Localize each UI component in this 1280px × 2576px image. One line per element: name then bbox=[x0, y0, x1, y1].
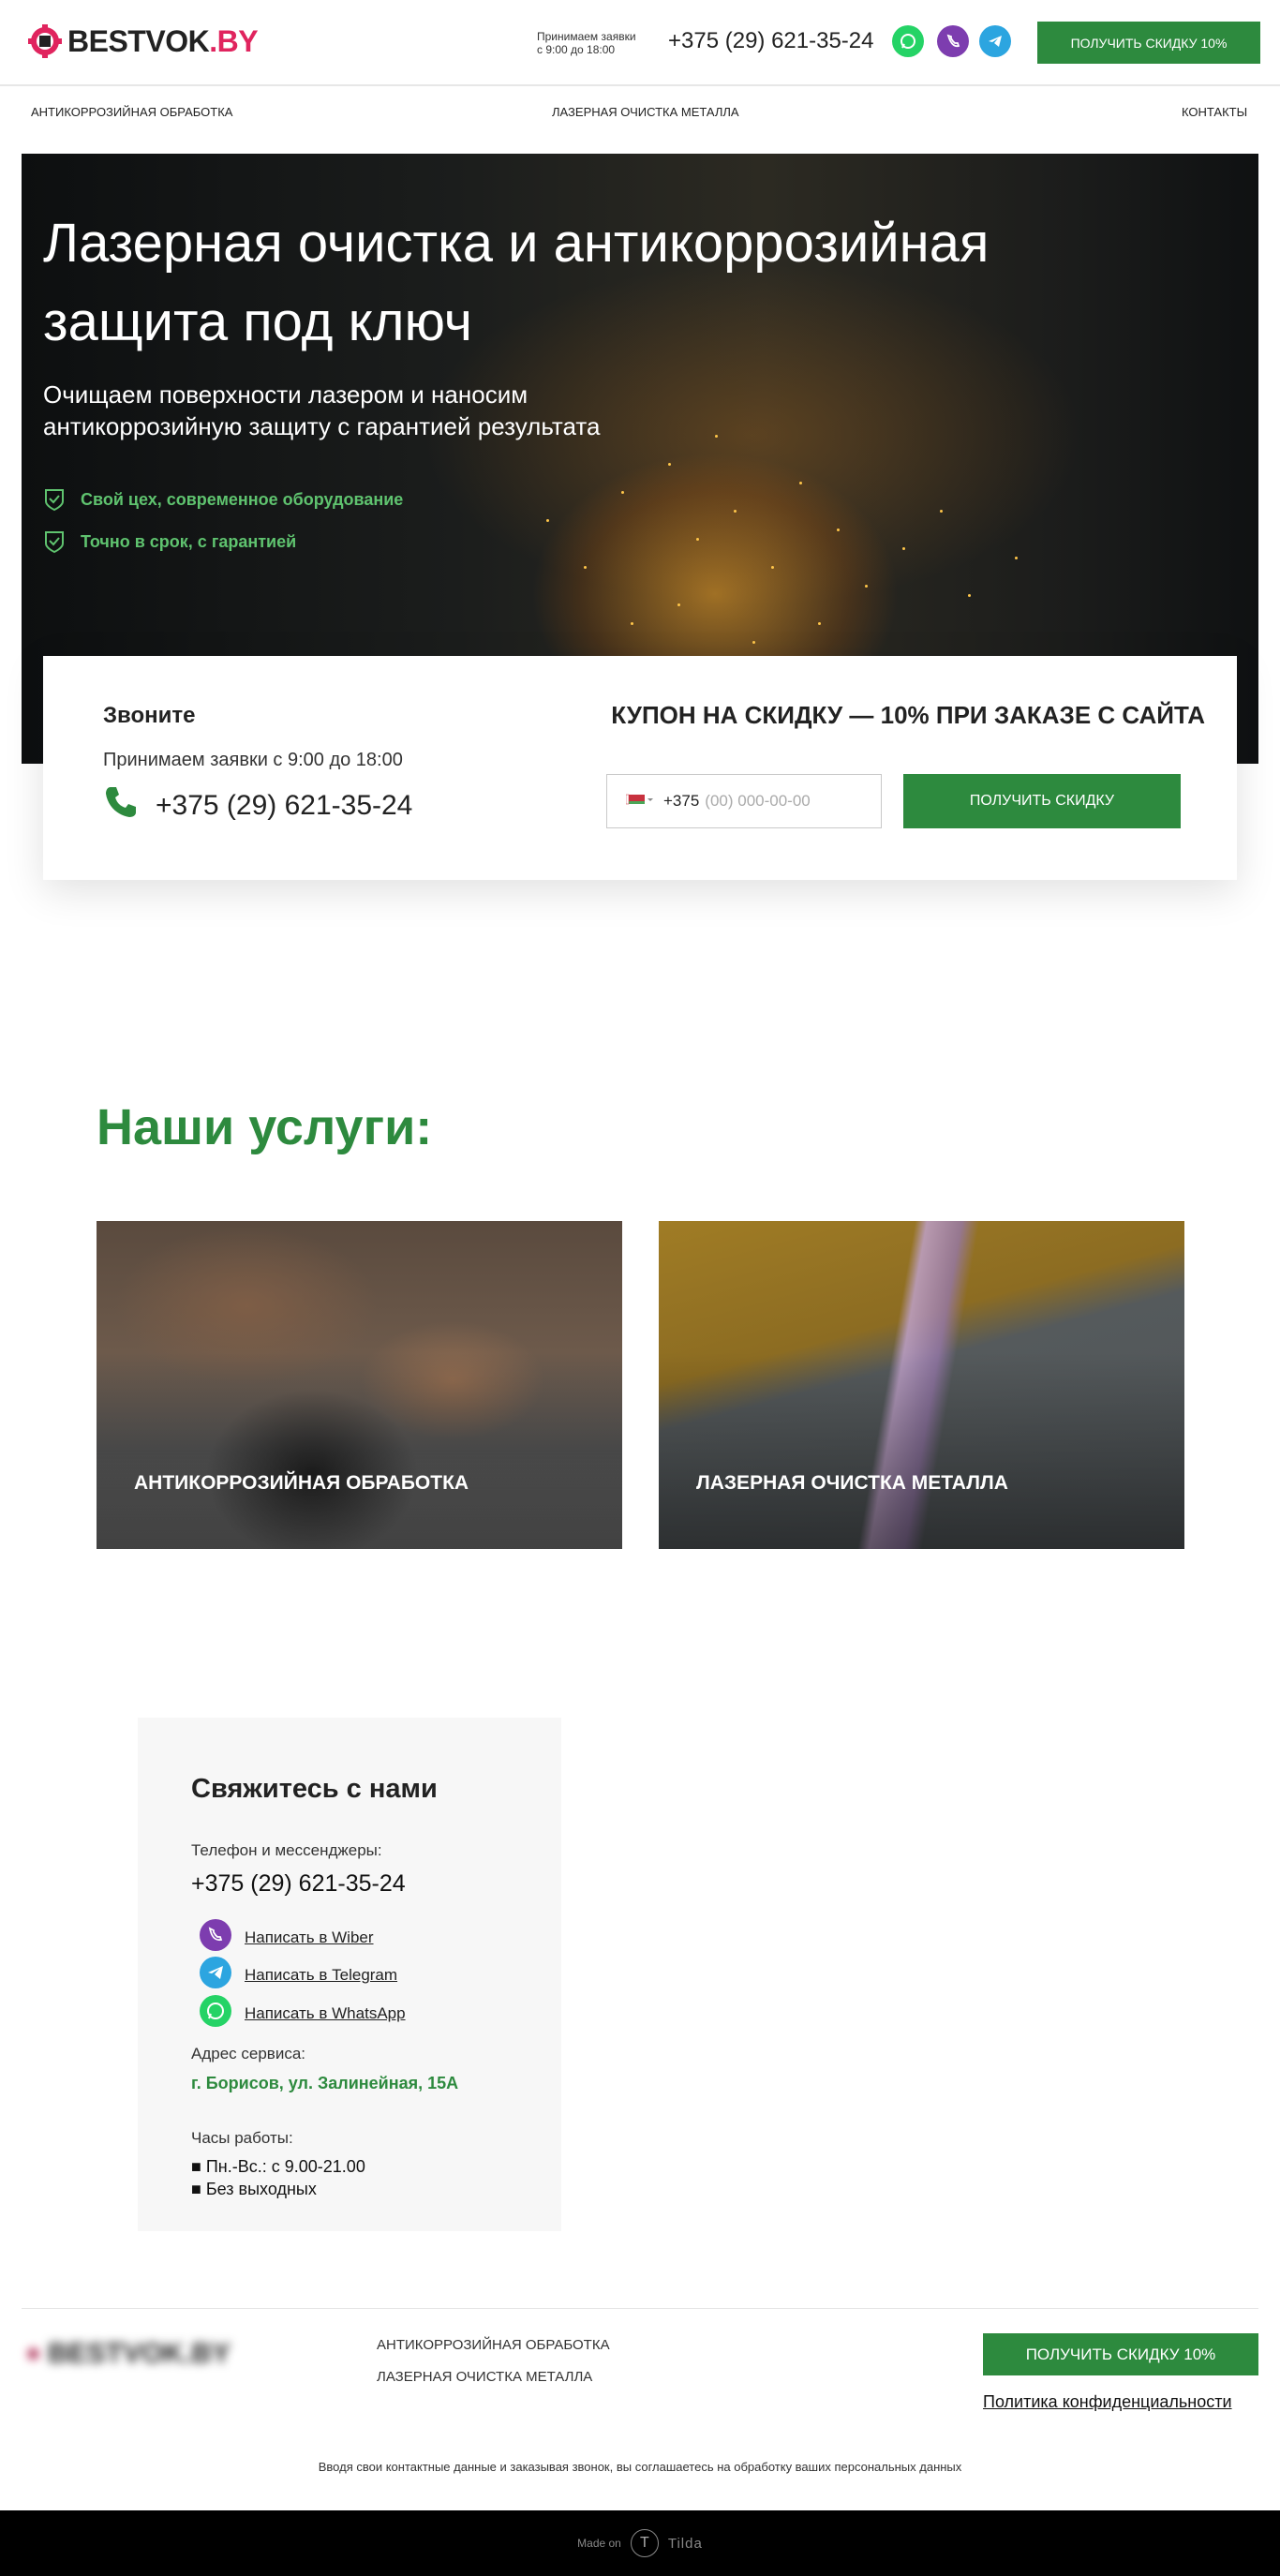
hero-subtitle: Очищаем поверхности лазером и наносим ан… bbox=[43, 380, 601, 440]
footer-logo-text: BESTVOK.BY bbox=[47, 2338, 231, 2369]
service-label: АНТИКОРРОЗИЙНАЯ ОБРАБОТКА bbox=[134, 1472, 469, 1494]
contact-viber-text: Написать в Wiber bbox=[245, 1928, 374, 1946]
tilda-badge[interactable]: Made on T Tilda bbox=[0, 2510, 1280, 2576]
header-hours-line1: Принимаем заявки bbox=[537, 30, 636, 43]
services-title: Наши услуги: bbox=[97, 1099, 433, 1155]
footer-discount-button[interactable]: ПОЛУЧИТЬ СКИДКУ 10% bbox=[983, 2333, 1258, 2375]
contacts-phone-label: Телефон и мессенджеры: bbox=[191, 1841, 382, 1859]
contact-viber[interactable]: Написать в Wiber bbox=[200, 1919, 374, 1956]
hero-title: Лазерная очистка и антикоррозийная защит… bbox=[43, 213, 990, 352]
contacts-hours-label: Часы работы: bbox=[191, 2129, 293, 2147]
contacts-title: Свяжитесь с нами bbox=[191, 1774, 438, 1804]
service-label: ЛАЗЕРНАЯ ОЧИСТКА МЕТАЛЛА bbox=[696, 1472, 1008, 1494]
contact-whatsapp[interactable]: Написать в WhatsApp bbox=[200, 1995, 406, 2032]
contacts-block: Свяжитесь с нами Телефон и мессенджеры: … bbox=[138, 1718, 561, 2231]
nav-item-anticorrosion[interactable]: АНТИКОРРОЗИЙНАЯ ОБРАБОТКА bbox=[31, 105, 232, 119]
phone-icon bbox=[103, 784, 139, 827]
footer-nav-anticorrosion[interactable]: АНТИКОРРОЗИЙНАЯ ОБРАБОТКА bbox=[377, 2337, 610, 2353]
shield-check-icon bbox=[43, 529, 66, 554]
hero-feature-text: Свой цех, современное оборудование bbox=[81, 489, 404, 509]
whatsapp-icon bbox=[200, 1995, 231, 2032]
telegram-icon bbox=[200, 1957, 231, 1993]
service-card-anticorrosion[interactable]: АНТИКОРРОЗИЙНАЯ ОБРАБОТКА bbox=[97, 1221, 622, 1549]
logo[interactable]: BESTVOK.BY bbox=[26, 21, 259, 62]
contact-whatsapp-text: Написать в WhatsApp bbox=[245, 2003, 406, 2022]
contacts-address: г. Борисов, ул. Залинейная, 15А bbox=[191, 2074, 459, 2092]
telegram-icon[interactable] bbox=[979, 25, 1011, 57]
contacts-phone-link[interactable]: +375 (29) 621-35-24 bbox=[191, 1870, 406, 1898]
get-discount-button[interactable]: ПОЛУЧИТЬ СКИДКУ bbox=[903, 774, 1181, 828]
site-header: BESTVOK.BY Принимаем заявки с 9:00 до 18… bbox=[0, 0, 1280, 86]
logo-text: BESTVOK.BY bbox=[67, 23, 259, 58]
contact-telegram-text: Написать в Telegram bbox=[245, 1965, 398, 1984]
phone-input[interactable]: +375 (00) 000-00-00 bbox=[606, 774, 882, 828]
contacts-hours-line: ■ Пн.-Вс.: с 9.00-21.00 bbox=[191, 2157, 365, 2176]
viber-icon[interactable] bbox=[937, 25, 969, 57]
nav-item-contacts[interactable]: КОНТАКТЫ bbox=[1182, 105, 1247, 119]
discount-card: Звоните Принимаем заявки с 9:00 до 18:00… bbox=[43, 656, 1237, 880]
header-hours: Принимаем заявки с 9:00 до 18:00 bbox=[537, 30, 636, 56]
shield-check-icon bbox=[43, 487, 66, 512]
phone-input-code: +375 bbox=[663, 792, 700, 810]
gear-icon bbox=[26, 21, 64, 62]
nav-item-laser-cleaning[interactable]: ЛАЗЕРНАЯ ОЧИСТКА МЕТАЛЛА bbox=[552, 105, 739, 119]
footer-nav-laser-cleaning[interactable]: ЛАЗЕРНАЯ ОЧИСТКА МЕТАЛЛА bbox=[377, 2369, 592, 2385]
tilda-text: Tilda bbox=[667, 2535, 703, 2552]
call-hours: Принимаем заявки с 9:00 до 18:00 bbox=[103, 750, 403, 770]
call-title: Звоните bbox=[103, 703, 196, 728]
coupon-title: КУПОН НА СКИДКУ — 10% ПРИ ЗАКАЗЕ С САЙТА bbox=[611, 701, 1205, 729]
contact-telegram[interactable]: Написать в Telegram bbox=[200, 1957, 397, 1993]
privacy-policy-link[interactable]: Политика конфиденциальности bbox=[983, 2392, 1232, 2412]
footer-logo[interactable]: BESTVOK.BY bbox=[26, 2335, 231, 2373]
contacts-address-label: Адрес сервиса: bbox=[191, 2045, 306, 2062]
header-hours-line2: с 9:00 до 18:00 bbox=[537, 43, 616, 56]
phone-input-placeholder: (00) 000-00-00 bbox=[705, 792, 811, 810]
consent-text: Вводя свои контактные данные и заказывая… bbox=[318, 2460, 962, 2474]
header-discount-button[interactable]: ПОЛУЧИТЬ СКИДКУ 10% bbox=[1037, 22, 1260, 64]
call-phone-number: +375 (29) 621-35-24 bbox=[156, 790, 413, 821]
made-on-text: Made on bbox=[577, 2537, 621, 2550]
call-phone[interactable]: +375 (29) 621-35-24 bbox=[103, 784, 412, 827]
contacts-hours-line: ■ Без выходных bbox=[191, 2180, 317, 2198]
header-phone-link[interactable]: +375 (29) 621-35-24 bbox=[668, 28, 874, 54]
hero-feature-text: Точно в срок, с гарантией bbox=[81, 531, 297, 551]
belarus-flag-icon[interactable] bbox=[625, 792, 654, 811]
hero-feature: Свой цех, современное оборудование bbox=[43, 487, 403, 512]
tilda-logo-icon: T bbox=[630, 2529, 659, 2557]
footer-divider bbox=[22, 2308, 1258, 2309]
whatsapp-icon[interactable] bbox=[892, 25, 924, 57]
viber-icon bbox=[200, 1919, 231, 1956]
service-card-laser-cleaning[interactable]: ЛАЗЕРНАЯ ОЧИСТКА МЕТАЛЛА bbox=[659, 1221, 1184, 1549]
hero-feature: Точно в срок, с гарантией bbox=[43, 529, 296, 554]
